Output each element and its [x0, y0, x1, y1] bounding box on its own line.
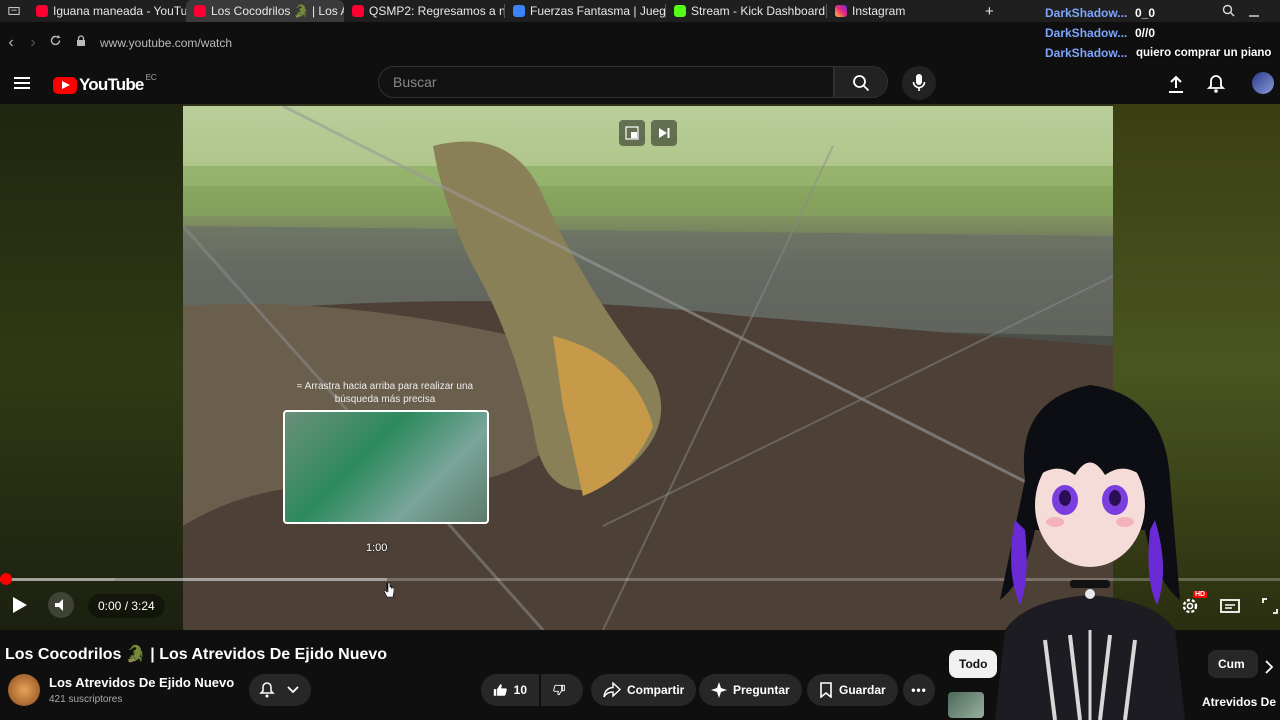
volume-button[interactable]: [48, 592, 74, 618]
tab-title: Instagram: [852, 4, 906, 18]
mouse-cursor-icon: [384, 582, 394, 598]
chevron-right-icon[interactable]: [1264, 660, 1274, 674]
like-count: 10: [513, 683, 527, 697]
seek-preview-time: 1:00: [366, 542, 388, 554]
reload-icon[interactable]: [44, 34, 66, 52]
tab-actions-icon[interactable]: [0, 0, 28, 22]
chat-message: 0_0: [1135, 6, 1156, 20]
subscription-bell-button[interactable]: [249, 674, 311, 706]
scrubber-handle[interactable]: [0, 573, 12, 585]
menu-icon[interactable]: [14, 77, 30, 89]
video-frame[interactable]: [183, 106, 1113, 630]
ask-button[interactable]: Preguntar: [699, 674, 802, 706]
search-input[interactable]: Buscar: [378, 66, 834, 98]
volume-icon: [55, 599, 63, 611]
youtube-header: YouTube EC Buscar: [0, 64, 1280, 104]
subscriber-count: 421 suscriptores: [49, 694, 123, 705]
tab-kick-dashboard[interactable]: Stream - Kick Dashboard: [666, 0, 826, 22]
lock-icon[interactable]: [70, 34, 92, 52]
thumbs-down-icon: [553, 684, 565, 696]
minimize-icon[interactable]: [1248, 4, 1260, 22]
share-icon: [603, 682, 621, 698]
hover-bar: [115, 578, 387, 581]
chat-username: DarkShadow...: [1045, 46, 1128, 60]
crocodile-scene-image: [183, 106, 1113, 630]
miniplayer-icon: [625, 126, 639, 140]
video-title: Los Cocodrilos 🐊 | Los Atrevidos De Ejid…: [5, 646, 388, 663]
bookmark-icon: [820, 682, 832, 698]
share-label: Compartir: [627, 683, 685, 697]
tab-title: Los Cocodrilos 🐊 | Los Atrevidos: [211, 4, 344, 18]
bell-icon: [259, 682, 275, 698]
search-tabs-icon[interactable]: [1222, 4, 1235, 22]
miniplayer-button[interactable]: [619, 120, 645, 146]
kick-icon: [674, 5, 686, 17]
chevron-up-icon: ≈: [296, 381, 303, 392]
tab-title: QSMP2: Regresamos a nu: [369, 4, 504, 18]
tab-instagram[interactable]: Instagram: [827, 0, 977, 22]
time-display: 0:00 / 3:24: [88, 594, 165, 618]
recommended-title-snippet[interactable]: Atrevidos De: [1202, 695, 1276, 709]
play-icon[interactable]: [8, 594, 30, 616]
tab-iguana[interactable]: Iguana maneada - YouTube: [28, 0, 186, 22]
url-field[interactable]: www.youtube.com/watch: [100, 36, 232, 50]
tab-title: Stream - Kick Dashboard: [691, 4, 826, 18]
youtube-icon: [194, 5, 206, 17]
tab-title: Iguana maneada - YouTube: [53, 4, 186, 18]
chat-username: DarkShadow...: [1045, 26, 1128, 40]
forward-icon[interactable]: ›: [22, 34, 44, 52]
drag-search-hint: ≈ Arrastra hacia arriba para realizar un…: [296, 381, 474, 405]
youtube-logo-text: YouTube: [79, 75, 144, 94]
save-label: Guardar: [839, 683, 886, 697]
tab-qsmp2[interactable]: QSMP2: Regresamos a nu: [344, 0, 504, 22]
tab-fuerzas-fantasma[interactable]: Fuerzas Fantasma | Juego: [505, 0, 665, 22]
save-button[interactable]: Guardar: [807, 674, 898, 706]
like-button[interactable]: 10: [481, 674, 539, 706]
next-video-button[interactable]: [651, 120, 677, 146]
share-button[interactable]: Compartir: [591, 674, 697, 706]
recommended-thumbnail[interactable]: [948, 692, 984, 718]
microphone-icon: [912, 74, 926, 91]
chat-row: DarkShadow... 0//0: [1045, 23, 1155, 43]
player-blur-left: [0, 104, 183, 630]
youtube-icon: [352, 5, 364, 17]
buffered-bar: [0, 578, 115, 581]
account-avatar[interactable]: [1252, 72, 1274, 94]
youtube-icon: [36, 5, 48, 17]
fullscreen-icon[interactable]: [1262, 598, 1278, 614]
sparkle-icon: [711, 682, 727, 698]
channel-name[interactable]: Los Atrevidos De Ejido Nuevo: [49, 675, 234, 690]
youtube-logo[interactable]: YouTube EC: [53, 72, 157, 95]
voice-search-button[interactable]: [902, 66, 936, 100]
skip-next-icon: [659, 128, 670, 138]
tab-cocodrilos[interactable]: Los Cocodrilos 🐊 | Los Atrevidos: [186, 0, 344, 22]
search-icon: [853, 75, 870, 92]
seek-preview-thumbnail: [283, 410, 489, 524]
upload-icon[interactable]: [1166, 74, 1186, 94]
chat-row: DarkShadow... 0_0: [1045, 3, 1155, 23]
new-tab-button[interactable]: +: [977, 0, 1007, 22]
search-button[interactable]: [834, 66, 888, 98]
chip-second[interactable]: Cum: [1208, 650, 1258, 678]
youtube-play-icon: [53, 76, 77, 94]
tab-title: Fuerzas Fantasma | Juego: [530, 4, 665, 18]
notifications-icon[interactable]: [1206, 74, 1226, 94]
thumbs-up-icon: [493, 684, 507, 696]
chat-message: 0//0: [1135, 26, 1156, 40]
more-icon: •••: [911, 683, 927, 697]
ask-label: Preguntar: [733, 683, 790, 697]
dislike-button[interactable]: [541, 674, 583, 706]
vtuber-avatar-overlay: [995, 385, 1185, 720]
chat-username: DarkShadow...: [1045, 6, 1128, 20]
back-icon[interactable]: ‹: [0, 34, 22, 52]
chevron-down-icon: [287, 686, 299, 694]
more-actions-button[interactable]: •••: [903, 674, 935, 706]
ghost-icon: [513, 5, 525, 17]
country-code: EC: [145, 72, 157, 82]
instagram-icon: [835, 5, 847, 17]
theater-mode-icon[interactable]: [1220, 598, 1240, 614]
channel-avatar[interactable]: [8, 674, 40, 706]
hd-badge: HD: [1193, 591, 1208, 598]
